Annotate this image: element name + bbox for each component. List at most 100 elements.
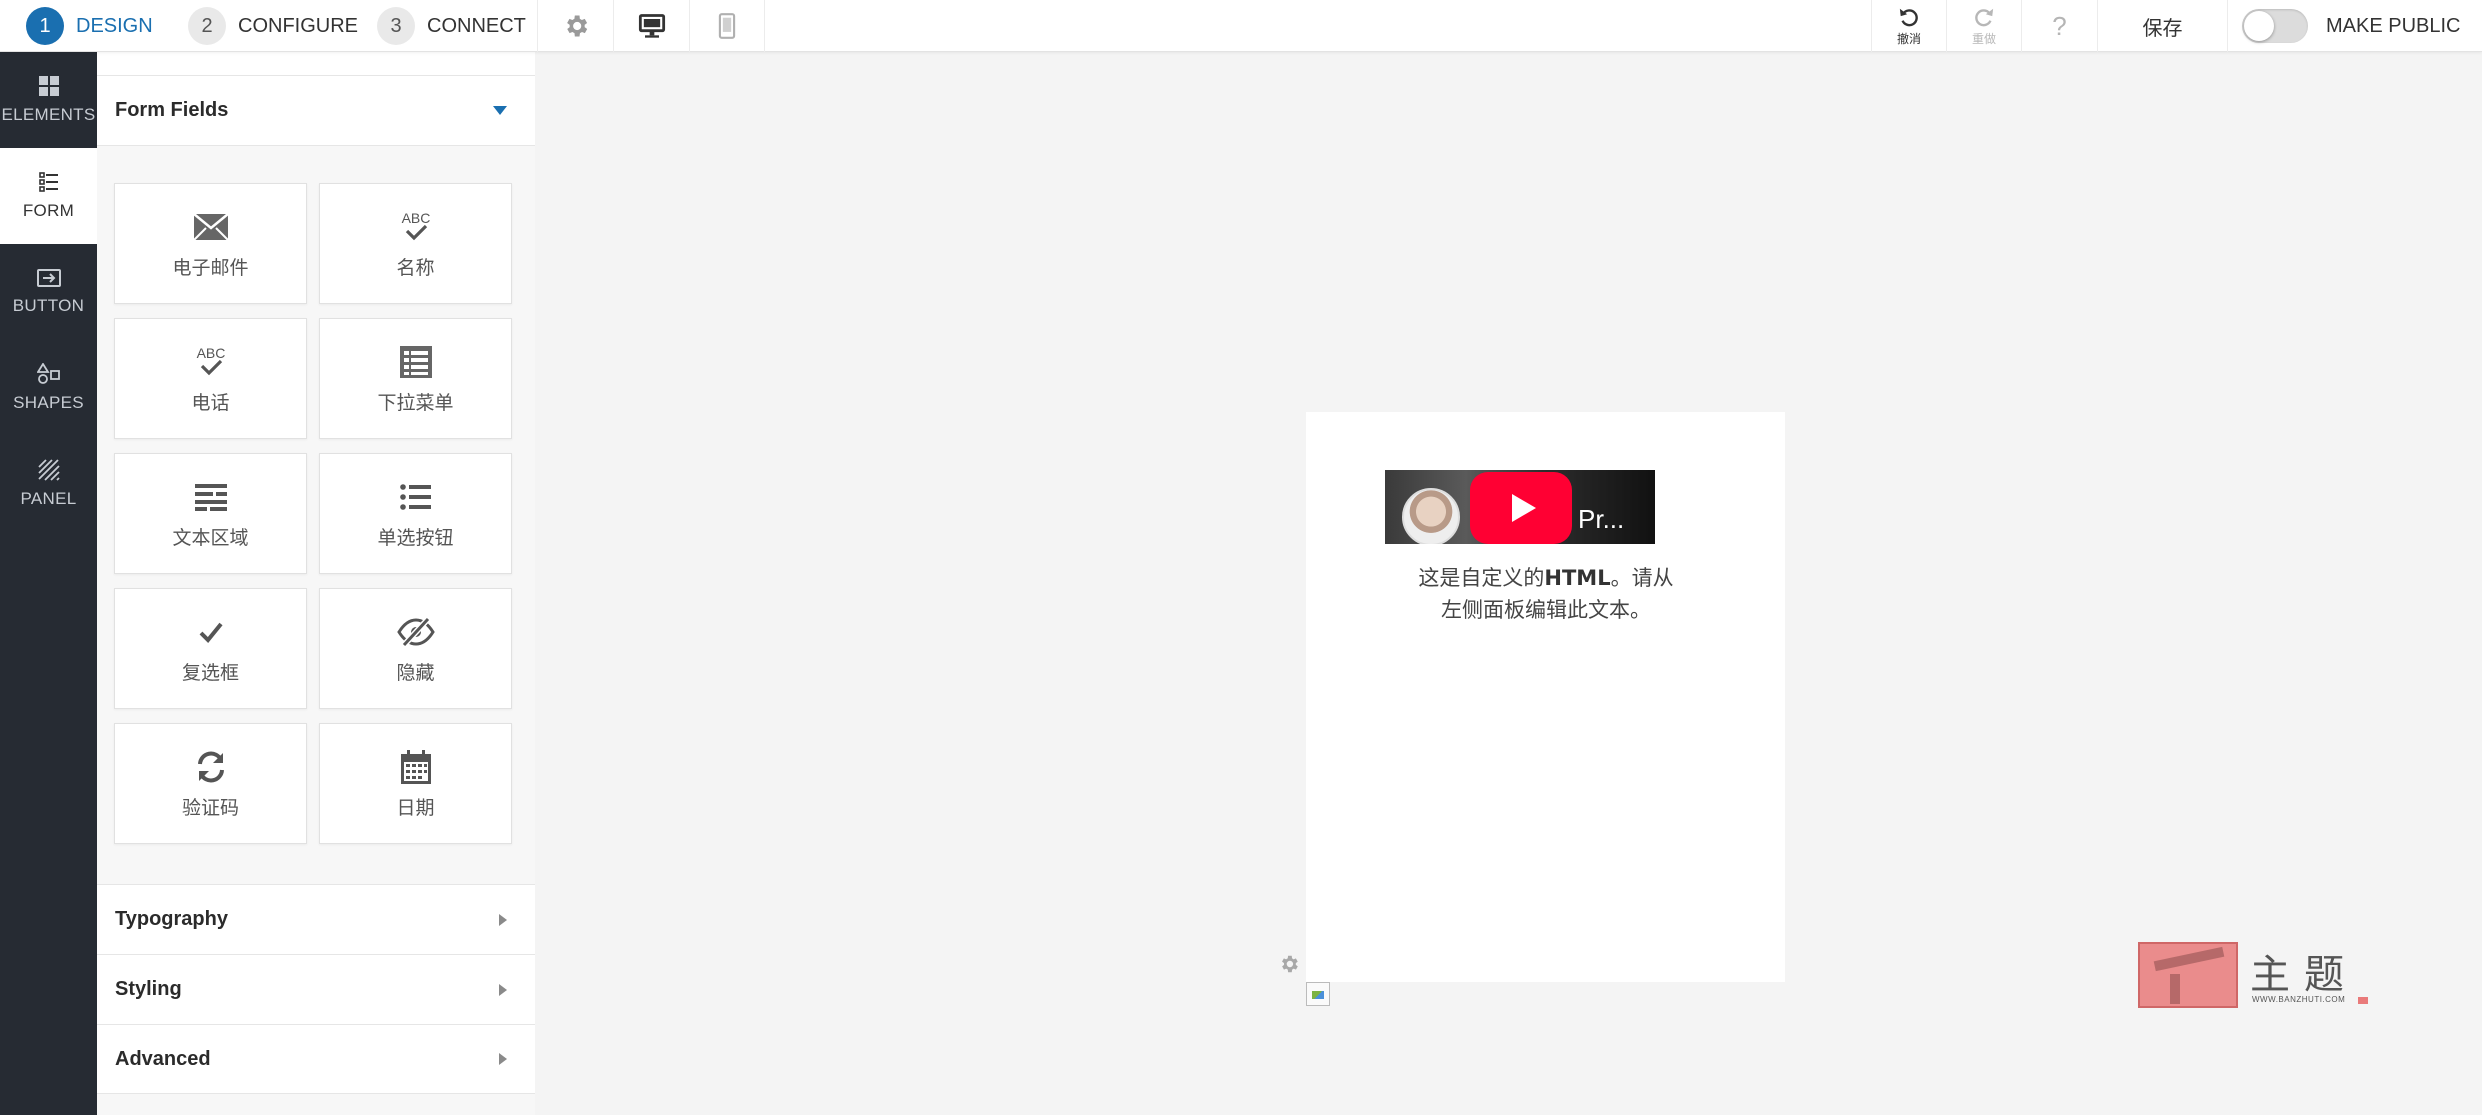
step-label: CONNECT [427,14,526,37]
shapes-icon [36,363,60,384]
field-tile-label: 日期 [396,797,435,819]
play-icon [1512,494,1536,522]
rail-item-shapes[interactable]: SHAPES [0,340,97,436]
caret-right-icon [499,1053,507,1065]
field-tile-date[interactable]: 日期 [319,723,512,844]
calendar-icon [400,750,431,784]
video-title: Pr... [1578,504,1625,534]
field-tile-label: 隐藏 [396,662,435,684]
watermark-text: 主题 [2250,952,2358,998]
step-configure[interactable]: 2 CONFIGURE [188,0,358,52]
gear-icon [566,15,587,37]
panel-top-strip [97,52,535,76]
step-connect[interactable]: 3 CONNECT [377,0,526,52]
caret-down-icon [493,106,507,115]
text-lines-icon [194,484,227,511]
step-design[interactable]: 1 DESIGN [26,0,153,52]
accordion-typography[interactable]: Typography [97,884,535,954]
field-tile-checkbox[interactable]: 复选框 [114,588,307,709]
svg-text:ABC: ABC [196,345,225,361]
caret-right-icon [499,983,507,996]
accordion-styling[interactable]: Styling [97,954,535,1024]
watermark-url: WWW.BANZHUTI.COM [2252,995,2346,1004]
form-fields-header[interactable]: Form Fields [97,76,535,146]
field-tile-textarea[interactable]: 文本区域 [114,453,307,574]
make-public-toggle[interactable]: MAKE PUBLIC [2227,0,2482,52]
save-label: 保存 [2142,17,2183,40]
rail-item-label: PANEL [20,489,77,508]
step-label: CONFIGURE [238,14,358,37]
redo-button[interactable]: 重做 [1946,0,2021,52]
field-tile-dropdown[interactable]: 下拉菜单 [319,318,512,439]
field-tile-label: 单选按钮 [377,527,454,549]
rail-item-panel[interactable]: PANEL [0,436,97,532]
field-tile-email[interactable]: 电子邮件 [114,183,307,304]
canvas-settings-button[interactable] [1278,953,1300,980]
desktop-icon [638,14,665,38]
mobile-view-button[interactable] [689,0,765,52]
save-button[interactable]: 保存 [2097,0,2227,52]
abc-check-icon: ABC [401,210,430,241]
form-canvas[interactable]: Pr... 这是自定义的HTML。请从左侧面板编辑此文本。 [1306,412,1785,982]
help-icon: ? [2052,10,2067,41]
form-panel: Form Fields 电子邮件 ABC 名称 ABC 电话 下拉菜单 文本区域… [97,52,535,1115]
broken-image-icon [1306,982,1330,1006]
rail-item-label: BUTTON [12,296,85,315]
watermark-seal [2138,942,2238,1008]
top-toolbar: 1 DESIGN 2 CONFIGURE 3 CONNECT 撤消 重做 ? 保… [0,0,2482,52]
toggle-knob [2244,11,2274,41]
desktop-view-button[interactable] [613,0,689,52]
accordion-label: Advanced [115,1047,211,1070]
settings-button[interactable] [537,0,613,52]
mobile-icon [718,13,736,39]
rail-item-button[interactable]: BUTTON [0,244,97,340]
accordion-advanced[interactable]: Advanced [97,1024,535,1094]
field-tile-phone[interactable]: ABC 电话 [114,318,307,439]
eye-slash-icon [396,616,435,648]
accordion-label: Typography [115,908,228,930]
panel-icon [37,459,60,481]
gear-icon [1282,955,1298,973]
step-number: 2 [188,7,226,45]
make-public-label: MAKE PUBLIC [2326,14,2461,37]
field-tile-label: 电话 [191,392,230,414]
custom-html-text[interactable]: 这是自定义的HTML。请从左侧面板编辑此文本。 [1410,562,1682,626]
undo-label: 撤消 [1896,31,1921,46]
button-icon [36,269,61,287]
step-number: 3 [377,7,415,45]
step-label: DESIGN [76,14,153,37]
play-button[interactable] [1470,472,1572,544]
undo-button[interactable]: 撤消 [1871,0,1946,52]
form-fields-title: Form Fields [115,99,229,121]
field-tile-captcha[interactable]: 验证码 [114,723,307,844]
accordion-label: Styling [115,978,182,1000]
field-tile-label: 验证码 [181,797,239,819]
caret-right-icon [499,913,507,926]
watermark-mark [2358,997,2368,1004]
field-tile-name[interactable]: ABC 名称 [319,183,512,304]
rail-item-form[interactable]: FORM [0,148,97,244]
field-tile-label: 文本区域 [172,527,249,549]
html-text-prefix: 这是自定义的 [1418,566,1545,590]
field-tile-radio[interactable]: 单选按钮 [319,453,512,574]
step-number: 1 [26,7,64,45]
field-tile-label: 名称 [396,257,435,279]
bullet-list-icon [399,484,431,510]
redo-label: 重做 [1971,31,1996,46]
field-tile-label: 下拉菜单 [377,392,454,414]
help-button[interactable]: ? [2021,0,2097,52]
redo-icon [1975,8,1994,26]
toggle-switch[interactable] [2242,9,2308,43]
envelope-icon [192,213,229,241]
field-tile-hidden[interactable]: 隐藏 [319,588,512,709]
watermark-logo: 主题 WWW.BANZHUTI.COM [2138,940,2368,1012]
field-tile-label: 电子邮件 [172,257,249,279]
rail-item-label: SHAPES [13,393,84,412]
undo-icon [1899,8,1918,26]
rail-item-elements[interactable]: ELEMENTS [0,52,97,148]
video-embed[interactable]: Pr... [1385,470,1655,544]
checkmark-icon [199,622,223,643]
abc-check-icon: ABC [196,345,225,376]
grid-icon [38,76,59,96]
rail-item-label: FORM [22,201,75,220]
